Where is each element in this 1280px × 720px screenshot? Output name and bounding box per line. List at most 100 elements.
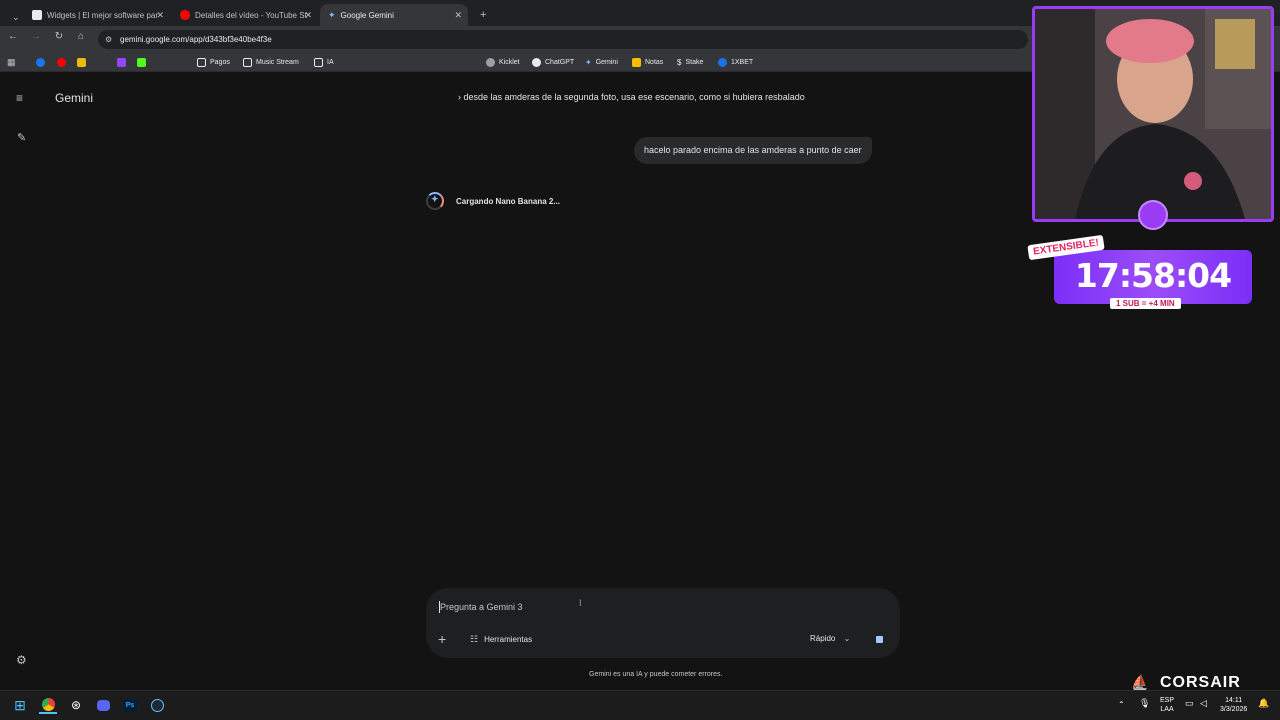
close-tab-icon[interactable]: ✕ (156, 10, 164, 21)
forward-icon[interactable]: → (28, 31, 44, 42)
corsair-sails-icon: ⛵ (1131, 674, 1149, 690)
back-icon[interactable]: ← (5, 31, 21, 42)
app-taskbar-icon[interactable]: ⊛ (67, 696, 85, 714)
facebook-icon (36, 57, 45, 67)
reload-icon[interactable]: ↻ (51, 31, 67, 42)
loading-indicator: Cargando Nano Banana 2... (426, 192, 560, 210)
disclaimer-text: Gemini es una IA y puede cometer errores… (589, 671, 723, 678)
tools-button[interactable]: ☷ Herramientas (470, 634, 532, 645)
apps-grid-icon[interactable]: ▦ (7, 55, 16, 69)
prompt-input[interactable]: Pregunta a Gemini 3 (440, 602, 523, 612)
language-layout: LAA (1160, 706, 1174, 713)
mode-label: Rápido (810, 634, 836, 643)
clock[interactable]: 14:11 3/3/2026 (1220, 696, 1247, 714)
windows-taskbar (0, 690, 1280, 720)
youtube-icon (57, 57, 66, 67)
tools-label: Herramientas (484, 635, 533, 644)
volume-icon[interactable]: ◁ (1200, 699, 1207, 708)
stake-icon: $ (677, 57, 682, 67)
photoshop-taskbar-icon[interactable]: Ps (121, 696, 139, 714)
url-text: gemini.google.com/app/d343bf3e40be4f3e (120, 35, 272, 44)
bookmark-folder-music-stream[interactable]: Music Stream (243, 55, 299, 69)
gemini-sidebar (0, 72, 44, 690)
bookmark-label: Pagos (210, 58, 230, 66)
kicklet-icon (486, 57, 495, 67)
kick-icon (137, 57, 146, 67)
tab-title: Widgets | El mejor software par (47, 10, 159, 20)
bookmark-label: Notas (645, 58, 664, 66)
sub-rate-badge: 1 SUB = +4 MIN (1110, 298, 1181, 309)
bookmark-folder-ia[interactable]: IA (314, 55, 334, 69)
windows-start-icon[interactable]: ⊞ (11, 696, 29, 714)
streamer-avatar-icon (1138, 200, 1168, 230)
tab-title: Google Gemini (340, 10, 394, 20)
language-indicator[interactable]: ESP LAA (1160, 696, 1174, 714)
microphone-icon[interactable]: 🎙 (1139, 699, 1150, 708)
previous-message: › desde las amderas de la segunda foto, … (458, 92, 805, 102)
close-tab-icon[interactable]: ✕ (304, 10, 312, 21)
app-title[interactable]: Gemini (55, 91, 93, 105)
gemini-icon: ✦ (585, 57, 592, 67)
bookmark-1xbet[interactable]: 1XBET (718, 55, 753, 69)
clock-time: 14:11 (1225, 697, 1243, 704)
tab-gemini[interactable]: ✦ Google Gemini ✕ (320, 4, 468, 26)
add-attachment-icon[interactable]: + (438, 631, 446, 647)
notifications-bell-icon[interactable]: 🔔 (1258, 699, 1269, 708)
bookmark-kicklet[interactable]: Kicklet (486, 55, 520, 69)
chatgpt-icon (532, 57, 541, 67)
stop-generation-button[interactable] (870, 630, 888, 648)
tray-chevron-up-icon[interactable]: ⌃ (1118, 700, 1125, 709)
gemini-spinner-icon (426, 192, 444, 210)
notes-icon (632, 57, 641, 67)
network-icon[interactable]: ▭ (1185, 699, 1194, 708)
subathon-timer: 17:58:04 (1074, 256, 1232, 295)
bookmark-kick[interactable] (137, 55, 150, 69)
folder-icon (314, 57, 323, 67)
webcam-person-image (1035, 9, 1271, 219)
bookmark-chatgpt[interactable]: ChatGPT (532, 55, 574, 69)
webcam-feed (1032, 6, 1274, 222)
settings-gear-icon[interactable]: ⚙ (16, 653, 27, 667)
bookmark-label: IA (327, 58, 334, 66)
bookmark-label: 1XBET (731, 58, 754, 66)
user-message-bubble: hacelo parado encima de las amderas a pu… (634, 137, 872, 164)
chrome-taskbar-icon[interactable] (39, 696, 57, 714)
binance-icon (77, 57, 86, 67)
twitch-icon (117, 57, 126, 67)
bookmark-twitch[interactable] (117, 55, 130, 69)
steam-taskbar-icon[interactable] (148, 696, 166, 714)
bookmark-stake[interactable]: $ Stake (677, 55, 703, 69)
model-mode-dropdown[interactable]: Rápido ⌄ (810, 634, 850, 643)
bookmark-notas[interactable]: Notas (632, 55, 663, 69)
tab-widgets[interactable]: Widgets | El mejor software par ✕ (24, 4, 170, 26)
menu-icon[interactable]: ≡ (16, 91, 23, 105)
close-tab-icon[interactable]: ✕ (454, 10, 462, 21)
discord-taskbar-icon[interactable] (94, 696, 112, 714)
language-code: ESP (1160, 697, 1175, 704)
address-bar[interactable]: ⚙ gemini.google.com/app/d343bf3e40be4f3e (98, 30, 1028, 49)
bookmark-facebook[interactable] (36, 55, 49, 69)
widgets-favicon-icon (32, 10, 42, 20)
chevron-down-icon: ⌄ (843, 634, 851, 643)
bookmark-youtube[interactable] (57, 55, 70, 69)
bookmark-folder-pagos[interactable]: Pagos (197, 55, 230, 69)
mouse-cursor-ibeam-icon: I (579, 598, 582, 608)
bookmark-label: Stake (685, 58, 704, 66)
tab-youtube[interactable]: Detalles del vídeo - YouTube St ✕ (172, 4, 318, 26)
home-icon[interactable]: ⌂ (73, 31, 89, 42)
stop-icon (875, 635, 883, 643)
prompt-input-container[interactable] (426, 588, 900, 658)
new-chat-icon[interactable]: ✎ (17, 131, 26, 144)
new-tab-icon[interactable]: + (472, 4, 494, 26)
bookmark-label: Music Stream (256, 58, 299, 66)
bookmark-gemini[interactable]: ✦ Gemini (585, 55, 618, 69)
bookmark-label: Kicklet (499, 58, 520, 66)
1xbet-icon (718, 57, 727, 67)
site-info-icon[interactable]: ⚙ (105, 30, 112, 49)
clock-date: 3/3/2026 (1220, 706, 1248, 713)
tab-title: Detalles del vídeo - YouTube St (195, 10, 307, 20)
gemini-favicon-icon: ✦ (328, 10, 336, 20)
bookmark-binance[interactable] (77, 55, 90, 69)
tools-sliders-icon: ☷ (470, 634, 479, 644)
bookmark-label: Gemini (595, 58, 618, 66)
